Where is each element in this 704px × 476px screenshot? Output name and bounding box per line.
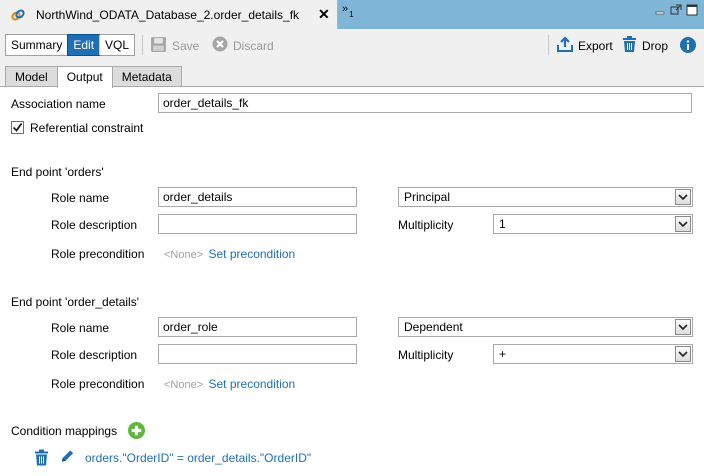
delete-mapping-trash-icon[interactable] xyxy=(34,449,49,469)
output-panel: Association name order_details_fk Refere… xyxy=(0,86,704,476)
orders-precondition-value: <None> Set precondition xyxy=(164,247,295,261)
double-chevron-right-icon: » xyxy=(342,3,349,15)
chevron-down-icon xyxy=(675,319,691,335)
document-tab[interactable]: NorthWind_ODATA_Database_2.order_details… xyxy=(0,0,338,29)
role-name-label: Role name xyxy=(51,191,110,205)
tab-overflow-button[interactable]: »1 xyxy=(342,3,354,19)
discard-label: Discard xyxy=(233,38,274,53)
tab-metadata[interactable]: Metadata xyxy=(111,66,182,87)
role-precondition-label: Role precondition xyxy=(51,377,145,391)
orders-role-type-value: Principal xyxy=(404,190,451,204)
order-details-role-type-select[interactable]: Dependent xyxy=(398,317,693,337)
summary-button[interactable]: Summary xyxy=(6,35,68,55)
orders-role-description-input[interactable] xyxy=(158,214,357,234)
export-label: Export xyxy=(578,38,613,53)
order-details-role-type-value: Dependent xyxy=(404,320,463,334)
role-name-label: Role name xyxy=(51,321,110,335)
role-description-label: Role description xyxy=(51,218,138,232)
toolbar-divider xyxy=(142,35,143,55)
order-details-role-description-input[interactable] xyxy=(158,344,357,364)
endpoint-orders-header: End point 'orders' xyxy=(11,165,104,179)
precondition-none-text: <None> xyxy=(164,379,204,391)
detach-icon[interactable] xyxy=(670,4,682,16)
chevron-down-icon xyxy=(675,346,691,362)
editor-tab-bar: NorthWind_ODATA_Database_2.order_details… xyxy=(0,0,704,29)
association-name-input[interactable]: order_details_fk xyxy=(158,93,692,113)
role-precondition-label: Role precondition xyxy=(51,247,145,261)
orders-set-precondition-link[interactable]: Set precondition xyxy=(209,247,296,261)
overflow-count: 1 xyxy=(349,10,354,19)
chevron-down-icon xyxy=(675,216,691,232)
condition-mappings-label: Condition mappings xyxy=(11,424,118,438)
tab-output[interactable]: Output xyxy=(56,66,113,88)
edit-mapping-pencil-icon[interactable] xyxy=(60,448,75,467)
orders-role-name-input[interactable]: order_details xyxy=(158,187,357,207)
order-details-multiplicity-value: + xyxy=(499,347,507,361)
order-details-set-precondition-link[interactable]: Set precondition xyxy=(209,377,296,391)
save-label: Save xyxy=(172,39,200,53)
document-tab-title: NorthWind_ODATA_Database_2.order_details… xyxy=(36,7,300,22)
order-details-multiplicity-select[interactable]: + xyxy=(493,344,693,364)
orders-multiplicity-value: 1 xyxy=(499,217,506,231)
add-mapping-icon[interactable] xyxy=(128,422,145,442)
condition-mapping-item[interactable]: orders."OrderID" = order_details."OrderI… xyxy=(85,451,311,465)
export-upload-icon xyxy=(557,36,573,55)
tab-model[interactable]: Model xyxy=(5,66,58,87)
orders-role-type-select[interactable]: Principal xyxy=(398,187,693,207)
orders-multiplicity-select[interactable]: 1 xyxy=(493,214,693,234)
minimize-icon[interactable] xyxy=(654,4,666,16)
close-icon[interactable]: ✕ xyxy=(318,7,330,21)
floppy-disk-icon xyxy=(150,36,167,56)
drop-label: Drop xyxy=(642,38,669,53)
editor-toolbar: Summary Edit VQL Save Discard Export Dro… xyxy=(0,29,704,61)
referential-constraint-checkbox[interactable] xyxy=(11,121,24,134)
view-mode-group: Summary Edit VQL xyxy=(5,34,136,56)
maximize-icon[interactable] xyxy=(686,4,698,16)
precondition-none-text: <None> xyxy=(164,249,204,261)
discard-x-icon xyxy=(212,36,228,55)
endpoint-order-details-header: End point 'order_details' xyxy=(11,295,139,309)
info-icon[interactable] xyxy=(680,37,696,56)
trash-icon xyxy=(622,36,637,55)
multiplicity-label: Multiplicity xyxy=(398,348,454,362)
association-link-icon xyxy=(10,7,26,23)
drop-button[interactable]: Drop xyxy=(622,36,668,55)
toolbar-divider xyxy=(548,35,549,55)
referential-constraint-label: Referential constraint xyxy=(30,121,144,135)
order-details-role-name-input[interactable]: order_role xyxy=(158,317,357,337)
chevron-down-icon xyxy=(675,189,691,205)
association-name-label: Association name xyxy=(11,97,106,111)
discard-button[interactable]: Discard xyxy=(212,36,274,55)
role-description-label: Role description xyxy=(51,348,138,362)
order-details-precondition-value: <None> Set precondition xyxy=(164,377,295,391)
edit-button[interactable]: Edit xyxy=(67,34,101,56)
checkmark-icon xyxy=(12,122,23,132)
vql-button[interactable]: VQL xyxy=(100,35,135,55)
save-button[interactable]: Save xyxy=(150,36,199,56)
multiplicity-label: Multiplicity xyxy=(398,218,454,232)
export-button[interactable]: Export xyxy=(557,36,613,55)
editor-subtabs: Model Output Metadata xyxy=(5,66,182,88)
